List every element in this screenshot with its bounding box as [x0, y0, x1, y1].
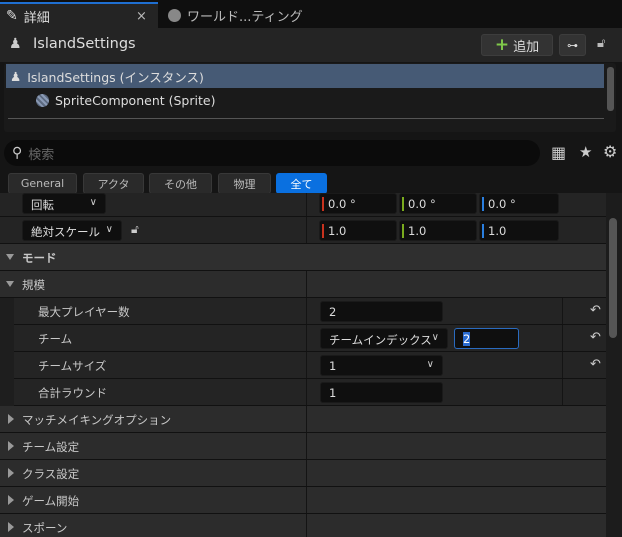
actor-title: IslandSettings: [33, 36, 136, 52]
scale-x[interactable]: 1.0: [319, 220, 397, 241]
tree-item-islandsettings[interactable]: ♟ IslandSettings (インスタンス): [6, 64, 604, 88]
reset-icon[interactable]: ↶: [590, 330, 601, 345]
gear-icon[interactable]: ⚙: [603, 142, 617, 161]
expand-arrow-icon: [8, 495, 14, 505]
section-mode[interactable]: モード: [0, 244, 606, 271]
sprite-icon: [36, 93, 49, 107]
scale-y[interactable]: 1.0: [399, 220, 477, 241]
component-tree: ♟ IslandSettings (インスタンス) SpriteComponen…: [4, 63, 616, 132]
reset-icon[interactable]: ↶: [590, 303, 601, 318]
scrollbar-thumb[interactable]: [609, 218, 617, 338]
rotation-x[interactable]: 0.0 °: [319, 193, 397, 214]
category-team-settings[interactable]: チーム設定: [0, 433, 606, 460]
search-input[interactable]: ⚲ 検索: [4, 140, 540, 166]
scale-lock-icon[interactable]: 🔓︎: [131, 222, 139, 237]
filter-all[interactable]: 全て: [276, 173, 327, 194]
filter-physics[interactable]: 物理: [218, 173, 271, 194]
add-component-button[interactable]: + 追加: [481, 34, 553, 56]
property-row-team-size: チームサイズ 1 ∨ ↶: [0, 352, 606, 379]
max-players-input[interactable]: 2: [320, 301, 443, 322]
tree-divider: [8, 118, 604, 119]
collapse-arrow-icon: [6, 254, 14, 260]
filter-actor[interactable]: アクタ: [83, 173, 144, 194]
search-icon: ⚲: [12, 145, 23, 161]
category-game-start[interactable]: ゲーム開始: [0, 487, 606, 514]
actor-icon: ♟: [9, 36, 22, 52]
pencil-icon: ✎: [6, 8, 18, 24]
expand-arrow-icon: [8, 468, 14, 478]
lock-icon[interactable]: 🔓︎: [597, 36, 605, 51]
expand-arrow-icon: [8, 414, 14, 424]
team-mode-dropdown[interactable]: チームインデックス ∨: [320, 328, 448, 349]
tab-world-settings[interactable]: ワールド...ティング: [162, 2, 309, 28]
section-scale-group[interactable]: 規模: [0, 271, 606, 298]
rotation-mode-dropdown[interactable]: 回転 ∨: [22, 193, 106, 214]
property-row-max-players: 最大プレイヤー数 2 ↶: [0, 298, 606, 325]
scale-z[interactable]: 1.0: [479, 220, 559, 241]
tree-item-sprite[interactable]: SpriteComponent (Sprite): [6, 88, 604, 112]
total-rounds-input[interactable]: 1: [320, 382, 443, 403]
category-class-settings[interactable]: クラス設定: [0, 460, 606, 487]
category-matchmaking[interactable]: マッチメイキングオプション: [0, 406, 606, 433]
property-row-scale: 絶対スケール ∨ 🔓︎ 1.0 1.0 1.0: [0, 217, 606, 244]
grid-view-icon[interactable]: ▦: [551, 143, 566, 162]
team-size-dropdown[interactable]: 1 ∨: [320, 355, 443, 376]
property-row-team: チーム チームインデックス ∨ 2 ↶: [0, 325, 606, 352]
rotation-y[interactable]: 0.0 °: [399, 193, 477, 214]
tree-scrollbar[interactable]: [607, 67, 614, 111]
collapse-arrow-icon: [6, 281, 14, 287]
filter-general[interactable]: General: [8, 173, 77, 194]
team-index-input[interactable]: 2: [454, 328, 519, 349]
actor-icon: ♟: [10, 68, 22, 84]
tab-bar: ✎ 詳細 × ワールド...ティング: [0, 0, 622, 28]
filter-other[interactable]: その他: [149, 173, 212, 194]
property-grid: 回転 ∨ 0.0 ° 0.0 ° 0.0 ° 絶対スケール ∨ 🔓︎ 1.0 1.0…: [0, 193, 606, 537]
expand-arrow-icon: [8, 522, 14, 532]
scale-mode-dropdown[interactable]: 絶対スケール ∨: [22, 220, 122, 241]
property-row-total-rounds: 合計ラウンド 1: [0, 379, 606, 406]
blueprint-hierarchy-button[interactable]: ⊶: [559, 34, 586, 56]
close-icon[interactable]: ×: [136, 9, 147, 24]
details-header: ♟ IslandSettings + 追加 ⊶ 🔓︎: [0, 28, 622, 62]
category-spawn[interactable]: スポーン: [0, 514, 606, 537]
expand-arrow-icon: [8, 441, 14, 451]
property-row-rotation: 回転 ∨ 0.0 ° 0.0 ° 0.0 °: [0, 193, 606, 217]
globe-icon: [168, 8, 181, 22]
rotation-z[interactable]: 0.0 °: [479, 193, 559, 214]
tab-details[interactable]: ✎ 詳細 ×: [0, 2, 158, 28]
star-icon[interactable]: ★: [579, 143, 592, 161]
reset-icon[interactable]: ↶: [590, 357, 601, 372]
plus-icon: +: [494, 35, 510, 55]
